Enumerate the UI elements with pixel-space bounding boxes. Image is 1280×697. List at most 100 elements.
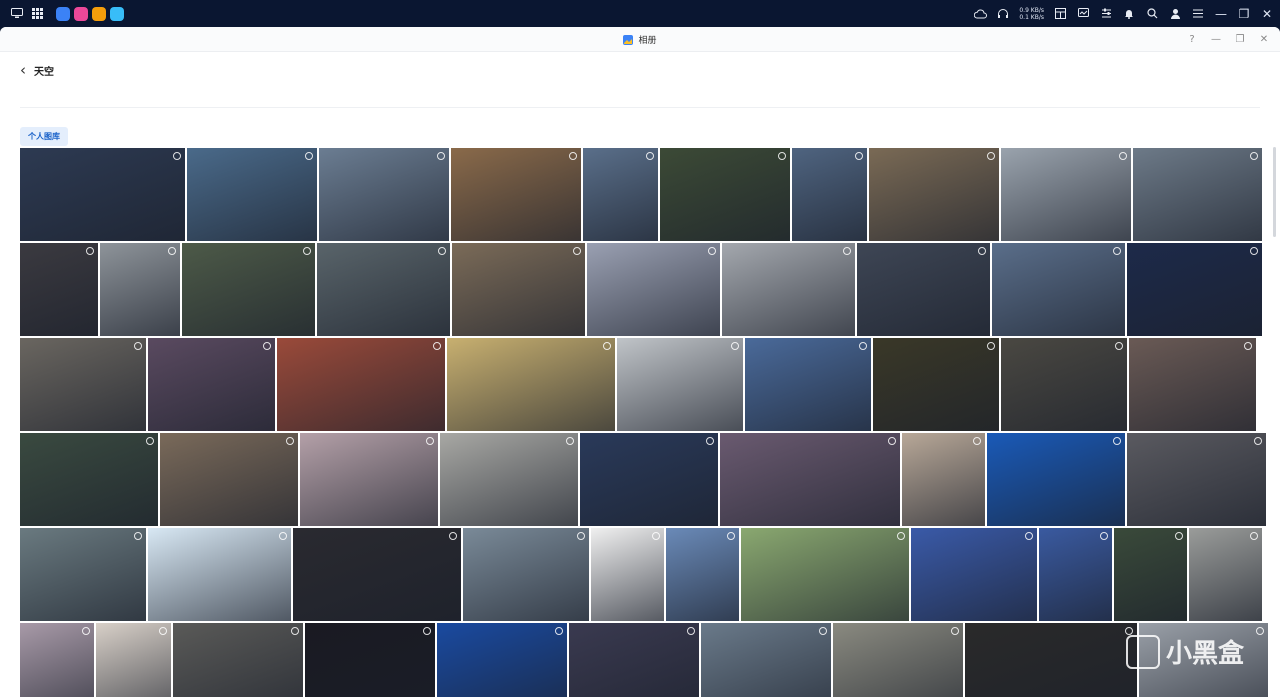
select-circle-icon[interactable] <box>1113 247 1121 255</box>
select-circle-icon[interactable] <box>951 627 959 635</box>
select-circle-icon[interactable] <box>1113 437 1121 445</box>
photo-thumbnail[interactable] <box>1189 528 1262 621</box>
photo-thumbnail[interactable] <box>20 338 146 431</box>
photo-thumbnail[interactable] <box>182 243 315 336</box>
select-circle-icon[interactable] <box>855 152 863 160</box>
select-circle-icon[interactable] <box>286 437 294 445</box>
select-circle-icon[interactable] <box>437 152 445 160</box>
select-circle-icon[interactable] <box>1115 342 1123 350</box>
select-circle-icon[interactable] <box>423 627 431 635</box>
photo-thumbnail[interactable] <box>792 148 867 241</box>
select-circle-icon[interactable] <box>555 627 563 635</box>
photo-thumbnail[interactable] <box>20 433 158 526</box>
bell-icon[interactable] <box>1122 7 1136 21</box>
desktop-minimize-icon[interactable]: — <box>1214 7 1228 21</box>
photo-thumbnail[interactable] <box>319 148 449 241</box>
photo-thumbnail[interactable] <box>741 528 909 621</box>
headset-icon[interactable] <box>996 7 1010 21</box>
minimize-icon[interactable]: — <box>1210 34 1222 45</box>
select-circle-icon[interactable] <box>731 342 739 350</box>
widgets-icon[interactable] <box>1053 7 1067 21</box>
close-icon[interactable]: ✕ <box>1258 34 1270 45</box>
select-circle-icon[interactable] <box>706 437 714 445</box>
tab-personal-library[interactable]: 个人图库 <box>20 127 68 146</box>
select-circle-icon[interactable] <box>1256 627 1264 635</box>
select-circle-icon[interactable] <box>573 247 581 255</box>
select-circle-icon[interactable] <box>303 247 311 255</box>
select-circle-icon[interactable] <box>897 532 905 540</box>
photo-thumbnail[interactable] <box>965 623 1137 697</box>
photo-thumbnail[interactable] <box>1039 528 1112 621</box>
photo-thumbnail[interactable] <box>148 338 275 431</box>
photo-thumbnail[interactable] <box>277 338 445 431</box>
photo-thumbnail[interactable] <box>1127 433 1266 526</box>
notes-app-icon[interactable] <box>92 6 106 21</box>
select-circle-icon[interactable] <box>569 152 577 160</box>
photo-thumbnail[interactable] <box>720 433 900 526</box>
photo-thumbnail[interactable] <box>666 528 739 621</box>
select-circle-icon[interactable] <box>433 342 441 350</box>
photo-thumbnail[interactable] <box>20 623 94 697</box>
photo-thumbnail[interactable] <box>173 623 303 697</box>
select-circle-icon[interactable] <box>449 532 457 540</box>
photo-thumbnail[interactable] <box>902 433 985 526</box>
photo-thumbnail[interactable] <box>569 623 699 697</box>
search-icon[interactable] <box>1145 7 1159 21</box>
select-circle-icon[interactable] <box>603 342 611 350</box>
cloud-sync-icon[interactable] <box>973 7 987 21</box>
photo-thumbnail[interactable] <box>617 338 743 431</box>
photo-thumbnail[interactable] <box>701 623 831 697</box>
select-circle-icon[interactable] <box>82 627 90 635</box>
desktop-restore-icon[interactable]: ❐ <box>1237 7 1251 21</box>
select-circle-icon[interactable] <box>727 532 735 540</box>
select-circle-icon[interactable] <box>819 627 827 635</box>
resource-monitor-icon[interactable] <box>1076 7 1090 21</box>
select-circle-icon[interactable] <box>86 247 94 255</box>
select-circle-icon[interactable] <box>888 437 896 445</box>
photo-thumbnail[interactable] <box>660 148 790 241</box>
select-circle-icon[interactable] <box>1244 342 1252 350</box>
photo-thumbnail[interactable] <box>305 623 435 697</box>
help-icon[interactable]: ? <box>1186 34 1198 45</box>
photo-thumbnail[interactable] <box>100 243 180 336</box>
select-circle-icon[interactable] <box>1250 532 1258 540</box>
select-circle-icon[interactable] <box>708 247 716 255</box>
photo-thumbnail[interactable] <box>160 433 298 526</box>
photo-thumbnail[interactable] <box>148 528 291 621</box>
select-circle-icon[interactable] <box>134 532 142 540</box>
photo-thumbnail[interactable] <box>745 338 871 431</box>
photo-thumbnail[interactable] <box>452 243 585 336</box>
select-circle-icon[interactable] <box>566 437 574 445</box>
select-circle-icon[interactable] <box>146 437 154 445</box>
photo-thumbnail[interactable] <box>587 243 720 336</box>
select-circle-icon[interactable] <box>1250 152 1258 160</box>
photo-thumbnail[interactable] <box>20 243 98 336</box>
photo-thumbnail[interactable] <box>911 528 1037 621</box>
photo-thumbnail[interactable] <box>1133 148 1262 241</box>
settings-sliders-icon[interactable] <box>1099 7 1113 21</box>
select-circle-icon[interactable] <box>577 532 585 540</box>
photo-thumbnail[interactable] <box>317 243 450 336</box>
select-circle-icon[interactable] <box>978 247 986 255</box>
select-circle-icon[interactable] <box>778 152 786 160</box>
photo-thumbnail[interactable] <box>1114 528 1187 621</box>
select-circle-icon[interactable] <box>1175 532 1183 540</box>
select-circle-icon[interactable] <box>973 437 981 445</box>
select-circle-icon[interactable] <box>1119 152 1127 160</box>
app-grid-icon[interactable] <box>30 7 44 21</box>
photo-thumbnail[interactable] <box>992 243 1125 336</box>
photo-thumbnail[interactable] <box>293 528 461 621</box>
gallery-app-icon[interactable] <box>110 6 124 21</box>
photo-thumbnail[interactable] <box>591 528 664 621</box>
select-circle-icon[interactable] <box>687 627 695 635</box>
photos-app-icon[interactable] <box>74 6 88 21</box>
select-circle-icon[interactable] <box>987 342 995 350</box>
photo-thumbnail[interactable] <box>20 148 185 241</box>
photo-thumbnail[interactable] <box>987 433 1125 526</box>
menu-icon[interactable] <box>1191 7 1205 21</box>
photo-thumbnail[interactable] <box>583 148 658 241</box>
select-circle-icon[interactable] <box>173 152 181 160</box>
select-circle-icon[interactable] <box>1025 532 1033 540</box>
select-circle-icon[interactable] <box>134 342 142 350</box>
photo-thumbnail[interactable] <box>1129 338 1256 431</box>
